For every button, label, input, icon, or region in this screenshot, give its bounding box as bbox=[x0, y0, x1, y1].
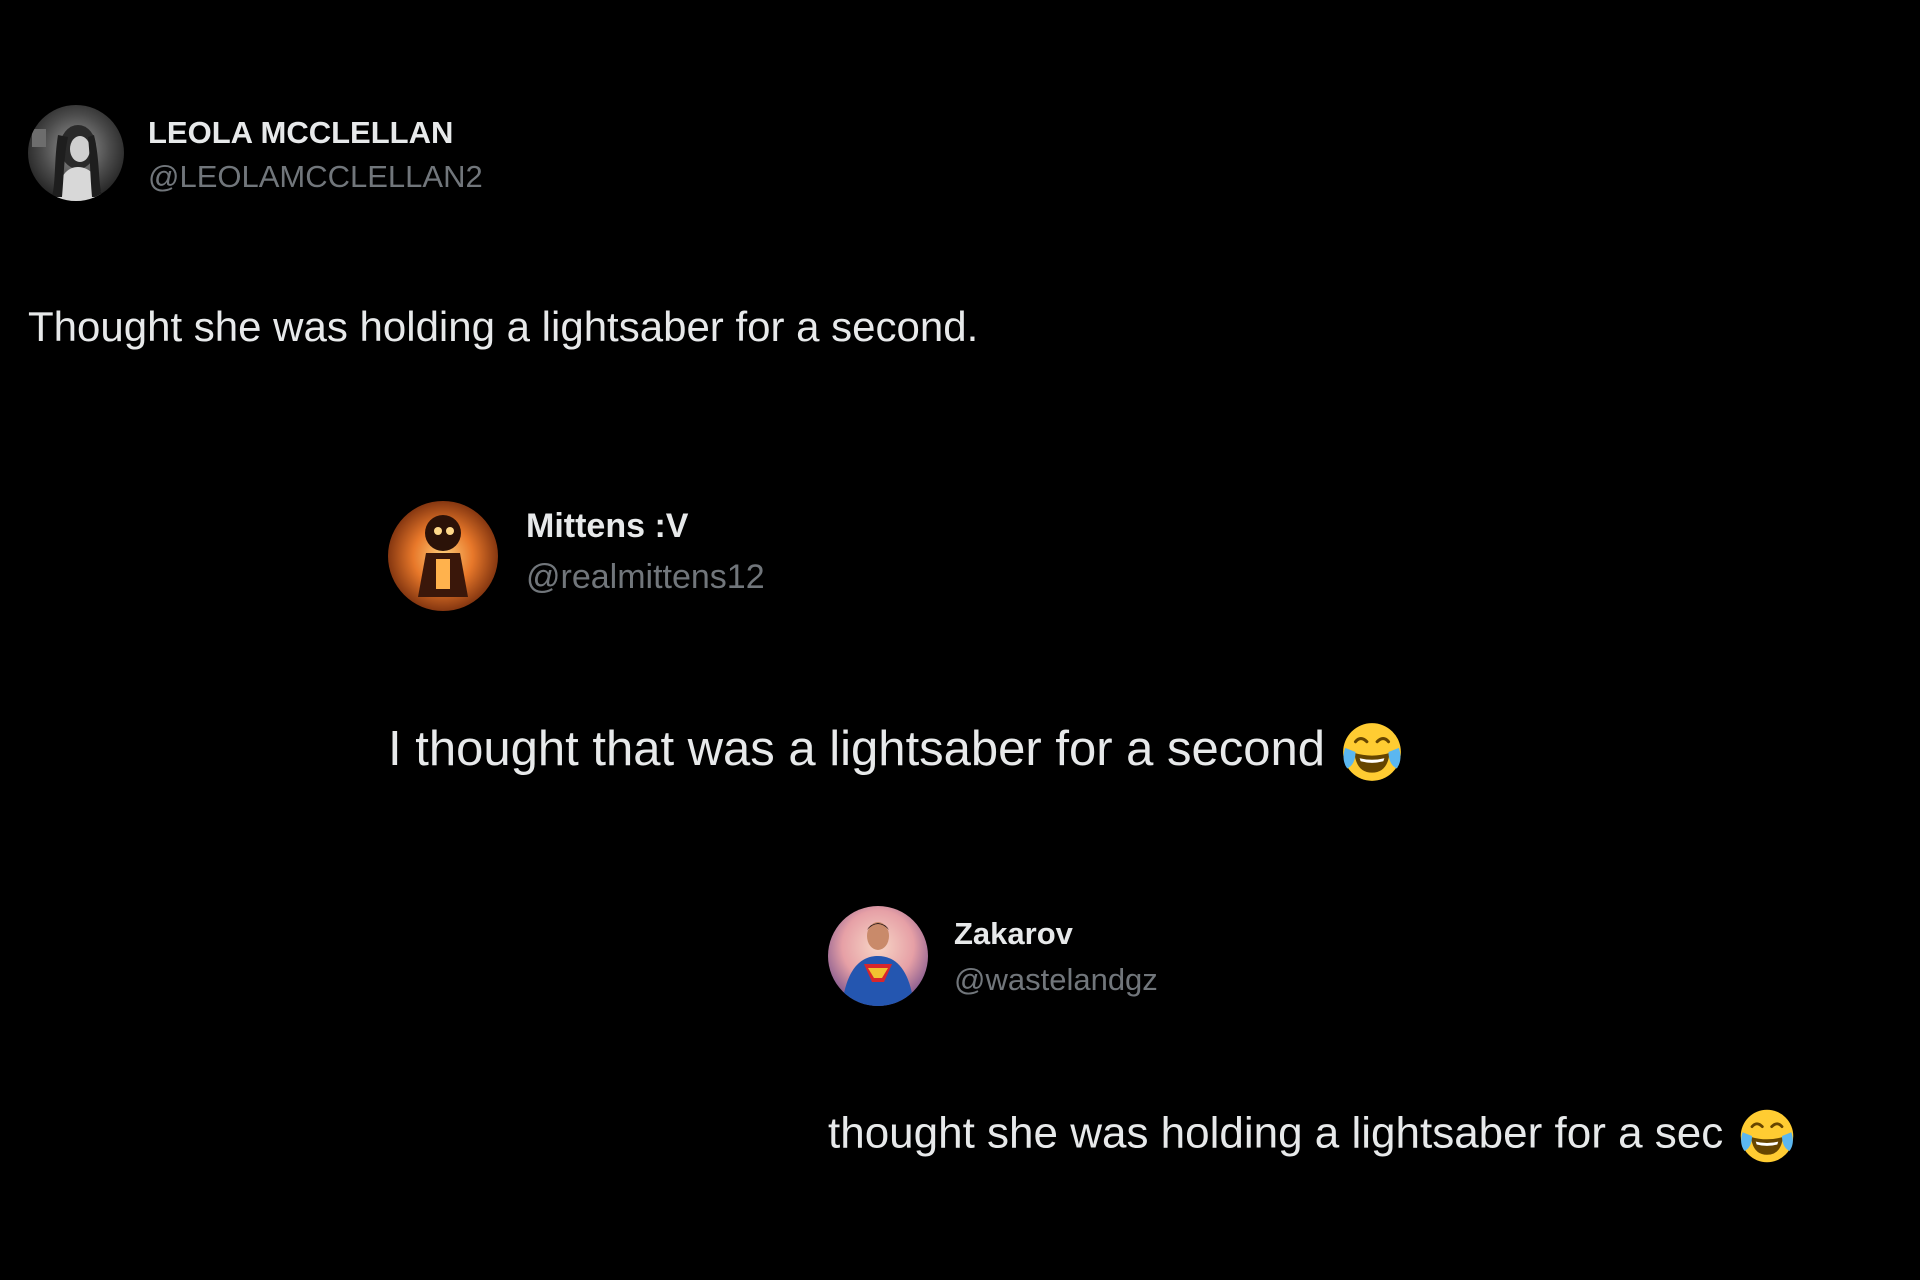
glowing-figure-avatar-icon bbox=[388, 501, 498, 611]
face-with-tears-of-joy-icon bbox=[1737, 1106, 1797, 1166]
user-handle[interactable]: @realmittens12 bbox=[526, 558, 765, 597]
tweet-text-content: Thought she was holding a lightsaber for… bbox=[28, 303, 979, 350]
tweet-text: I thought that was a lightsaber for a se… bbox=[388, 719, 1405, 785]
superhero-avatar-icon bbox=[828, 906, 928, 1006]
face-with-tears-of-joy-icon bbox=[1339, 719, 1405, 785]
tweet-text-content: thought she was holding a lightsaber for… bbox=[828, 1108, 1724, 1158]
author-names: LEOLA MCCLELLAN @LEOLAMCCLELLAN2 bbox=[148, 115, 483, 195]
avatar[interactable] bbox=[28, 105, 124, 201]
user-handle[interactable]: @wastelandgz bbox=[954, 962, 1158, 998]
display-name[interactable]: Mittens :V bbox=[526, 507, 765, 546]
tweet-text: thought she was holding a lightsaber for… bbox=[828, 1106, 1797, 1166]
tweet-text: Thought she was holding a lightsaber for… bbox=[28, 303, 978, 351]
avatar[interactable] bbox=[388, 501, 498, 611]
user-photo-avatar-icon bbox=[28, 105, 124, 201]
author-names: Zakarov @wastelandgz bbox=[954, 916, 1158, 998]
display-name[interactable]: LEOLA MCCLELLAN bbox=[148, 115, 483, 151]
tweet-text-content: I thought that was a lightsaber for a se… bbox=[388, 721, 1326, 776]
user-handle[interactable]: @LEOLAMCCLELLAN2 bbox=[148, 159, 483, 195]
avatar[interactable] bbox=[828, 906, 928, 1006]
display-name[interactable]: Zakarov bbox=[954, 916, 1158, 952]
author-names: Mittens :V @realmittens12 bbox=[526, 507, 765, 597]
